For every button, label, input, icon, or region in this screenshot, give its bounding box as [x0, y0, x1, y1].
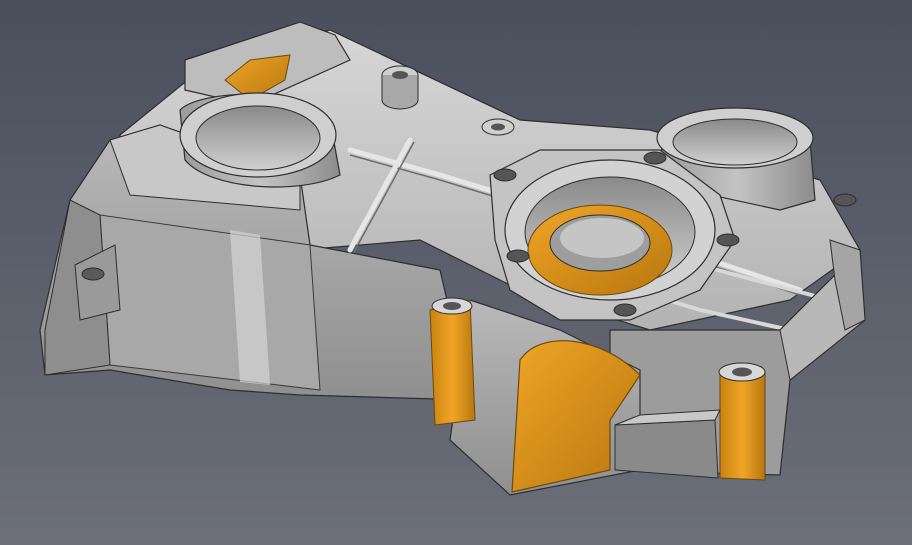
boss-top-1	[381, 65, 419, 110]
boss-top-2	[481, 118, 515, 136]
right-post	[719, 371, 766, 481]
left-housing-face	[99, 214, 321, 391]
left-post	[429, 299, 476, 426]
cad-model[interactable]	[0, 0, 912, 545]
left-mount-hole	[81, 267, 105, 281]
lower-right-foot	[614, 419, 719, 479]
right-cup-bore	[672, 118, 798, 166]
right-post-hole	[732, 367, 752, 377]
left-post-hole	[443, 302, 461, 310]
upper-port-bore	[195, 105, 321, 171]
center-seal-hole-inner	[560, 218, 644, 258]
3d-viewport[interactable]	[0, 0, 912, 545]
